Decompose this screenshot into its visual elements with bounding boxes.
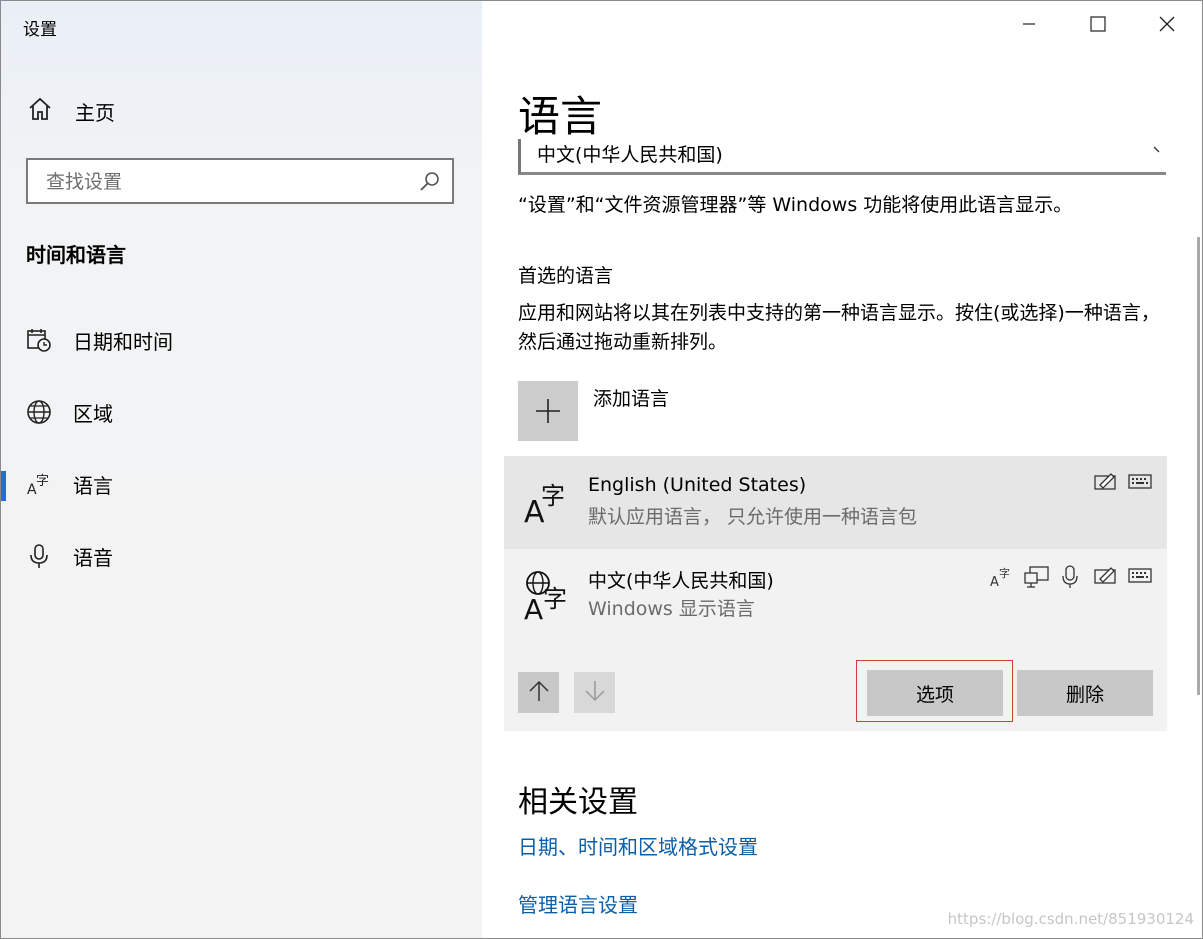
display-language-dropdown[interactable]: 中文(中华人民共和国) [518, 139, 1166, 175]
calendar-clock-icon [25, 326, 53, 354]
move-down-button[interactable] [574, 672, 615, 713]
search-input[interactable] [44, 160, 408, 204]
sidebar-item-region[interactable]: 区域 [1, 385, 482, 439]
maximize-button[interactable] [1064, 1, 1132, 51]
sidebar-item-language[interactable]: A字 语言 [1, 457, 482, 511]
sidebar-item-label: 语言 [73, 473, 113, 498]
sidebar-item-label: 语音 [73, 545, 113, 570]
section-title: 时间和语言 [26, 243, 126, 267]
main-content: 语言 中文(中华人民共和国) “设置”和“文件资源管理器”等 Windows 功… [482, 1, 1202, 938]
svg-text:字: 字 [36, 474, 49, 489]
language-item-chinese-header[interactable]: A字 中文(中华人民共和国) Windows 显示语言 A字 [504, 549, 1167, 641]
language-pack-icon: A字 [990, 565, 1016, 590]
scrollbar[interactable] [1197, 237, 1200, 695]
home-nav-item[interactable]: 主页 [27, 95, 115, 127]
display-icon [1024, 565, 1050, 588]
keyboard-icon [1128, 471, 1154, 493]
arrow-up-icon [528, 679, 550, 707]
language-name: English (United States) [588, 474, 807, 496]
page-title: 语言 [518, 92, 603, 141]
speech-icon [1060, 565, 1086, 588]
sidebar-item-date-time[interactable]: 日期和时间 [1, 313, 482, 367]
language-icon: A字 [25, 470, 53, 498]
sidebar: 设置 主页 时间和语言 日期和时间 区域 [1, 1, 482, 938]
svg-text:A: A [990, 575, 999, 589]
app-title: 设置 [23, 20, 57, 40]
search-icon[interactable] [418, 170, 442, 194]
date-time-region-format-link[interactable]: 日期、时间和区域格式设置 [518, 831, 758, 860]
svg-text:字: 字 [999, 566, 1010, 580]
microphone-icon [25, 542, 53, 570]
sidebar-item-speech[interactable]: 语音 [1, 529, 482, 583]
add-language-button[interactable] [518, 381, 578, 441]
svg-text:字: 字 [541, 482, 565, 510]
language-name: 中文(中华人民共和国) [588, 570, 774, 592]
minimize-button[interactable] [995, 1, 1063, 51]
language-item-chinese: A字 中文(中华人民共和国) Windows 显示语言 A字 选项 删除 [504, 549, 1167, 731]
language-subtext: Windows 显示语言 [588, 598, 755, 620]
language-icon: A字 [524, 478, 574, 530]
svg-text:字: 字 [543, 585, 567, 613]
preferred-languages-title: 首选的语言 [518, 265, 614, 287]
sidebar-item-label: 日期和时间 [73, 329, 173, 354]
language-subtext: 默认应用语言， 只允许使用一种语言包 [588, 506, 918, 528]
minimize-icon [1021, 16, 1037, 36]
display-language-value: 中文(中华人民共和国) [537, 144, 723, 166]
language-display-icon: A字 [524, 569, 574, 626]
svg-text:A: A [524, 593, 543, 621]
move-up-button[interactable] [518, 672, 559, 713]
preferred-languages-description: 应用和网站将以其在列表中支持的第一种语言显示。按住(或选择)一种语言，然后通过拖… [518, 302, 1160, 353]
chevron-down-icon [1152, 141, 1166, 161]
watermark: https://blog.csdn.net/851930124 [947, 910, 1194, 928]
home-icon [27, 96, 53, 127]
display-language-description: “设置”和“文件资源管理器”等 Windows 功能将使用此语言显示。 [518, 194, 1073, 216]
home-label: 主页 [75, 100, 115, 125]
settings-window: 设置 主页 时间和语言 日期和时间 区域 [0, 0, 1203, 939]
language-item-english[interactable]: A字 English (United States) 默认应用语言， 只允许使用… [504, 456, 1167, 549]
globe-icon [25, 398, 53, 426]
sidebar-item-label: 区域 [73, 401, 113, 426]
close-icon [1158, 15, 1176, 37]
active-indicator [1, 471, 6, 501]
search-box[interactable] [26, 158, 454, 204]
keyboard-icon [1128, 565, 1154, 587]
handwriting-icon [1094, 471, 1120, 493]
remove-button[interactable]: 删除 [1017, 670, 1153, 716]
maximize-icon [1089, 15, 1107, 37]
handwriting-icon [1094, 565, 1120, 587]
manage-language-settings-link[interactable]: 管理语言设置 [518, 889, 638, 918]
options-button[interactable]: 选项 [867, 670, 1003, 716]
related-settings-title: 相关设置 [518, 785, 638, 820]
add-language-label[interactable]: 添加语言 [593, 384, 669, 411]
close-button[interactable] [1133, 1, 1201, 51]
arrow-down-icon [584, 679, 606, 707]
